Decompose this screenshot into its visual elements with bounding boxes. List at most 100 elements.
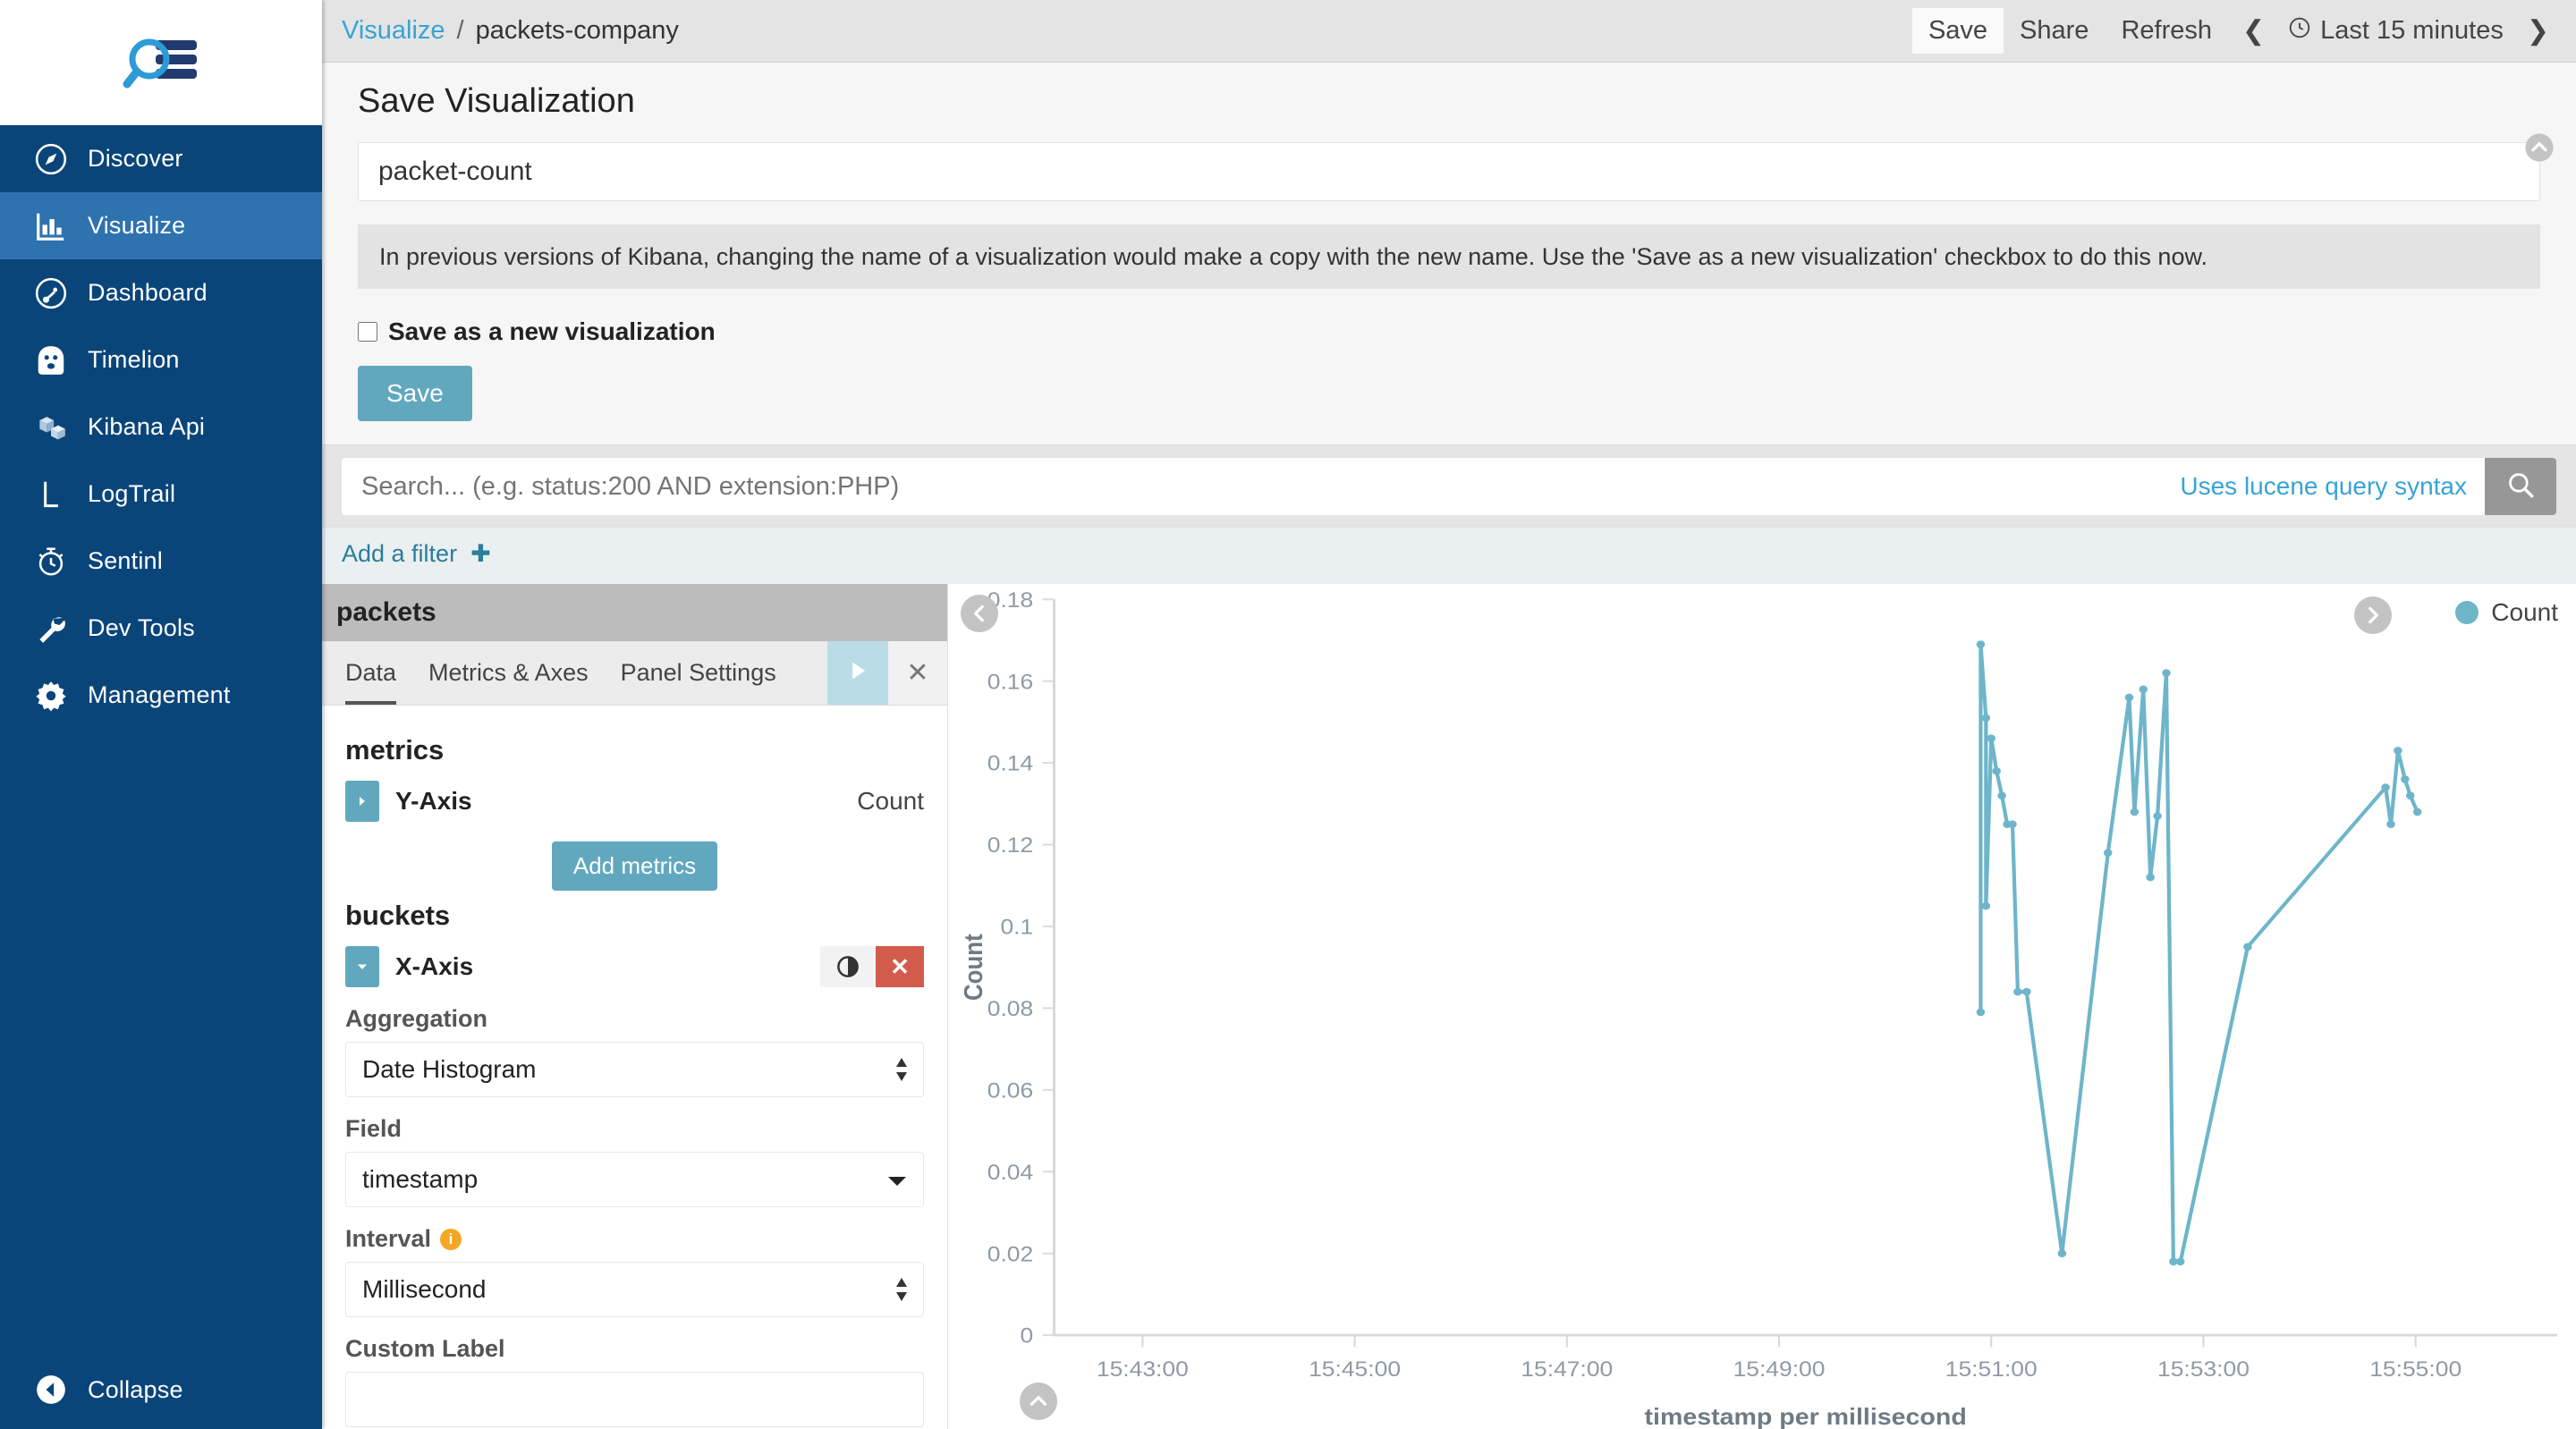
chart-axes: 00.020.040.060.080.10.120.140.160.18Coun… [959, 588, 2557, 1429]
sidebar-item-dashboard[interactable]: Dashboard [0, 259, 322, 326]
cubes-icon [23, 410, 79, 444]
save-as-new-checkbox[interactable] [358, 322, 377, 342]
sidebar-item-sentinl[interactable]: Sentinl [0, 528, 322, 595]
svg-text:15:43:00: 15:43:00 [1097, 1358, 1189, 1382]
query-input-wrapper: Uses lucene query syntax [342, 458, 2556, 516]
refresh-button[interactable]: Refresh [2105, 8, 2228, 54]
contrast-toggle-icon[interactable] [820, 946, 876, 988]
sidebar-item-discover[interactable]: Discover [0, 125, 322, 192]
time-picker-button[interactable]: Last 15 minutes [2279, 11, 2512, 52]
chevron-right-icon[interactable]: ❯ [2512, 10, 2563, 52]
compass-icon [23, 142, 79, 176]
chart-series [1976, 640, 2422, 1266]
sidebar: Discover Visualize Dashboard Timelion Ki… [0, 0, 322, 1429]
chevron-up-circle-icon[interactable] [2524, 132, 2555, 163]
sidebar-item-visualize[interactable]: Visualize [0, 192, 322, 259]
chart-area: 0 0.02 0.04 0.06 0.08 0.1 0.12 0.14 0.16 0.18 Coun… [948, 584, 2576, 1429]
svg-text:15:45:00: 15:45:00 [1309, 1358, 1401, 1382]
remove-bucket-button[interactable]: ✕ [876, 946, 924, 988]
info-icon[interactable]: i [440, 1228, 462, 1250]
interval-label: Interval i [345, 1225, 924, 1253]
sidebar-item-kibana-api[interactable]: Kibana Api [0, 393, 322, 461]
legend-item-label: Count [2491, 598, 2558, 627]
metric-name: Y-Axis [395, 787, 472, 816]
save-confirm-button[interactable]: Save [358, 366, 472, 422]
sidebar-item-label: Management [88, 681, 231, 708]
sidebar-item-dev-tools[interactable]: Dev Tools [0, 595, 322, 662]
editor-tab-actions: ✕ [827, 641, 947, 706]
sidebar-nav: Discover Visualize Dashboard Timelion Ki… [0, 125, 322, 1350]
share-button[interactable]: Share [2004, 8, 2105, 54]
filter-bar: Add a filter ✚ [322, 528, 2576, 585]
custom-label-input[interactable] [345, 1372, 924, 1428]
interval-label-text: Interval [345, 1225, 432, 1253]
metric-value: Count [857, 787, 924, 816]
chevron-down-icon [887, 1165, 907, 1194]
add-filter-button[interactable]: Add a filter ✚ [342, 540, 491, 567]
editor-tabs: Data Metrics & Axes Panel Settings ✕ [322, 641, 947, 706]
sidebar-collapse-label: Collapse [88, 1375, 183, 1403]
search-submit-button[interactable] [2485, 458, 2556, 516]
sidebar-item-logtrail[interactable]: LogTrail [0, 461, 322, 528]
svg-text:0.06: 0.06 [987, 1079, 1033, 1103]
search-icon [2505, 469, 2536, 504]
sidebar-item-timelion[interactable]: Timelion [0, 326, 322, 393]
clock-icon [2288, 16, 2311, 47]
bucket-name: X-Axis [395, 952, 474, 981]
visualization-panel: Count 0 0.02 0.04 0.06 0.08 0.1 0.12 0.14 0.16 0.… [948, 584, 2576, 1429]
visualization-name-input[interactable] [358, 142, 2540, 201]
bucket-row-x-axis: X-Axis ✕ [345, 946, 924, 988]
apply-changes-button[interactable] [827, 641, 888, 706]
tab-panel-settings[interactable]: Panel Settings [605, 641, 792, 705]
interval-select[interactable]: Millisecond [345, 1262, 924, 1318]
lucene-syntax-link[interactable]: Uses lucene query syntax [2162, 472, 2485, 501]
save-panel-title: Save Visualization [358, 82, 635, 120]
svg-text:0.04: 0.04 [987, 1161, 1033, 1185]
sidebar-collapse-button[interactable]: Collapse [0, 1350, 322, 1429]
svg-text:15:55:00: 15:55:00 [2369, 1358, 2462, 1382]
svg-text:15:47:00: 15:47:00 [1521, 1358, 1613, 1382]
tab-metrics-axes[interactable]: Metrics & Axes [412, 641, 605, 705]
search-input[interactable] [342, 458, 2163, 516]
field-select[interactable]: timestamp [345, 1152, 924, 1208]
close-icon: ✕ [906, 658, 929, 689]
svg-text:15:49:00: 15:49:00 [1733, 1358, 1826, 1382]
visualization-editor: packets Data Metrics & Axes Panel Settin… [322, 584, 948, 1429]
save-button[interactable]: Save [1911, 8, 2004, 54]
discard-changes-button[interactable]: ✕ [888, 641, 947, 706]
time-range-label: Last 15 minutes [2320, 16, 2504, 45]
tab-label: Metrics & Axes [428, 659, 589, 687]
metric-row-y-axis[interactable]: Y-Axis Count [345, 781, 924, 823]
tab-data[interactable]: Data [322, 641, 412, 706]
svg-text:0.12: 0.12 [987, 834, 1033, 858]
add-metrics-button[interactable]: Add metrics [551, 841, 718, 892]
svg-text:0.1: 0.1 [1000, 916, 1033, 940]
caret-down-icon[interactable] [345, 946, 379, 988]
save-as-new-label: Save as a new visualization [388, 317, 716, 346]
chevron-up-circle-icon[interactable] [1020, 1382, 1057, 1420]
field-label: Field [345, 1115, 924, 1143]
sidebar-item-management[interactable]: Management [0, 662, 322, 729]
query-bar: Uses lucene query syntax [322, 445, 2576, 528]
save-visualization-panel: Save Visualization In previous versions … [322, 63, 2576, 446]
save-as-new-row: Save as a new visualization [358, 317, 2540, 346]
chart-legend[interactable]: Count [2455, 598, 2558, 627]
svg-text:0: 0 [1021, 1324, 1034, 1349]
wrench-icon [23, 612, 79, 646]
plus-icon: ✚ [463, 540, 491, 568]
interval-value: Millisecond [362, 1275, 487, 1304]
svg-text:Count: Count [959, 934, 987, 1002]
caret-right-icon[interactable] [345, 781, 379, 823]
aggregation-select[interactable]: Date Histogram [345, 1042, 924, 1098]
line-chart[interactable]: 00.020.040.060.080.10.120.140.160.18Coun… [948, 584, 2576, 1429]
aggregation-label-text: Aggregation [345, 1005, 487, 1033]
toolbar-actions: Save Share Refresh ❮ Last 15 minutes ❯ [1911, 8, 2563, 54]
breadcrumb-current: packets-company [475, 16, 679, 45]
aggregation-value: Date Histogram [362, 1055, 537, 1084]
breadcrumb-visualize[interactable]: Visualize [342, 16, 445, 46]
sidebar-item-label: Sentinl [88, 547, 163, 574]
aggregation-label: Aggregation [345, 1005, 924, 1033]
legend-color-swatch [2455, 601, 2479, 625]
tab-label: Data [345, 659, 397, 687]
chevron-left-icon[interactable]: ❮ [2228, 10, 2279, 52]
